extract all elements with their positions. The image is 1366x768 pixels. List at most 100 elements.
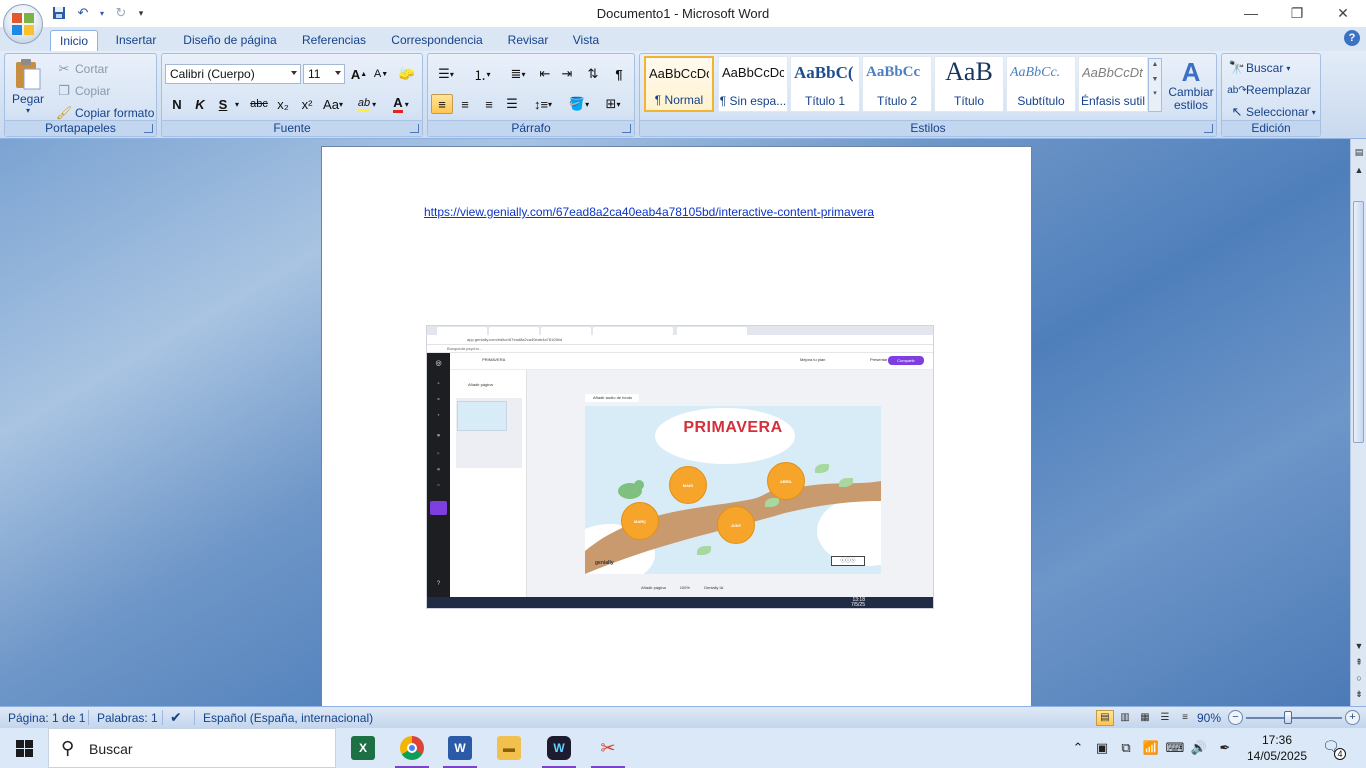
scroll-down-icon[interactable]: ▼: [1354, 641, 1364, 651]
change-case-button[interactable]: Aa ▾: [320, 94, 346, 114]
full-screen-reading-icon[interactable]: ▥: [1116, 710, 1134, 726]
taskbar-word[interactable]: W: [437, 728, 483, 768]
highlight-button[interactable]: ab ▾: [352, 94, 382, 114]
sort-button[interactable]: ⇅: [582, 64, 604, 84]
taskbar-file-explorer[interactable]: ▬: [486, 728, 532, 768]
proofing-icon[interactable]: ✔: [170, 709, 182, 726]
tab-revisar[interactable]: Revisar: [502, 30, 554, 51]
zoom-slider-track[interactable]: [1246, 717, 1342, 719]
tray-app-icon[interactable]: ⧉: [1116, 728, 1136, 768]
italic-button[interactable]: K: [189, 94, 211, 114]
style-normal[interactable]: AaBbCcDc ¶ Normal: [644, 56, 714, 112]
status-page[interactable]: Página: 1 de 1: [8, 711, 85, 725]
volume-icon[interactable]: 🔊: [1188, 728, 1210, 768]
taskbar-snipping-tool[interactable]: ✂: [585, 728, 631, 768]
status-words[interactable]: Palabras: 1: [97, 711, 158, 725]
styles-launcher-icon[interactable]: [1204, 124, 1213, 133]
browse-object-icon[interactable]: ○: [1354, 673, 1364, 683]
styles-gallery-scroll[interactable]: ▲ ▼ ▾: [1148, 58, 1162, 112]
font-size-combo[interactable]: 11: [303, 64, 345, 84]
document-page[interactable]: https://view.genially.com/67ead8a2ca40ea…: [321, 146, 1032, 706]
style-enfasis-sutil[interactable]: AaBbCcDt Énfasis sutil: [1078, 56, 1148, 112]
style-titulo-1[interactable]: AaBbC( Título 1: [790, 56, 860, 112]
tab-correspondencia[interactable]: Correspondencia: [384, 30, 490, 51]
bold-button[interactable]: N: [166, 94, 188, 114]
decrease-indent-button[interactable]: ⇤: [534, 64, 556, 84]
taskbar-clock[interactable]: 17:36 14/05/2025: [1246, 732, 1308, 764]
taskbar-webex[interactable]: W: [536, 728, 582, 768]
document-hyperlink[interactable]: https://view.genially.com/67ead8a2ca40ea…: [424, 205, 874, 219]
numbering-button[interactable]: ⒈ ▾: [466, 64, 498, 84]
clipboard-launcher-icon[interactable]: [144, 124, 153, 133]
zoom-in-button[interactable]: +: [1345, 710, 1360, 725]
multilevel-list-button[interactable]: ≣ ▾: [502, 64, 534, 84]
underline-button[interactable]: S: [212, 94, 234, 114]
vertical-scrollbar[interactable]: ▤ ▲ ▼ ⇞ ○ ⇟: [1350, 139, 1366, 706]
borders-button[interactable]: ⊞ ▾: [598, 94, 628, 114]
print-layout-view-icon[interactable]: ▤: [1096, 710, 1114, 726]
clear-format-icon[interactable]: 🧽: [396, 64, 418, 84]
tab-vista[interactable]: Vista: [566, 30, 606, 51]
office-button[interactable]: [3, 4, 43, 44]
previous-page-icon[interactable]: ⇞: [1354, 657, 1364, 668]
justify-button[interactable]: ☰: [501, 94, 523, 114]
status-language[interactable]: Español (España, internacional): [203, 711, 373, 725]
zoom-level[interactable]: 90%: [1197, 711, 1221, 725]
pen-icon[interactable]: ✒: [1214, 728, 1236, 768]
embedded-screenshot[interactable]: app.genially.com/editor/67ead8a2ca40eab4…: [426, 325, 934, 609]
style-subtitulo[interactable]: AaBbCc. Subtítulo: [1006, 56, 1076, 112]
shrink-font-button[interactable]: A ▼: [370, 64, 392, 84]
font-color-button[interactable]: A ▾: [386, 94, 416, 114]
ime-icon[interactable]: ⌨: [1164, 728, 1186, 768]
tab-insertar[interactable]: Insertar: [108, 30, 164, 51]
tray-meet-icon[interactable]: ▣: [1092, 728, 1112, 768]
underline-dropdown-icon[interactable]: ▾: [232, 94, 242, 114]
next-page-icon[interactable]: ⇟: [1354, 689, 1364, 700]
taskbar-excel[interactable]: X: [340, 728, 386, 768]
cut-button[interactable]: ✂ Cortar: [55, 60, 109, 78]
restore-button[interactable]: ❐: [1274, 0, 1320, 26]
notification-center-icon[interactable]: 🗨 4: [1322, 738, 1346, 760]
find-button[interactable]: 🔭 Buscar ▾: [1228, 59, 1290, 77]
scroll-up-icon[interactable]: ▲: [1354, 165, 1364, 175]
minimize-button[interactable]: —: [1228, 0, 1274, 26]
taskbar-search[interactable]: ⚲ Buscar: [48, 728, 336, 768]
grow-font-button[interactable]: A ▲: [348, 64, 370, 84]
subscript-button[interactable]: x₂: [272, 94, 294, 114]
zoom-slider-knob[interactable]: [1284, 711, 1292, 724]
taskbar-chrome[interactable]: [389, 728, 435, 768]
ruler-toggle-icon[interactable]: ▤: [1354, 147, 1364, 158]
increase-indent-button[interactable]: ⇥: [556, 64, 578, 84]
shading-button[interactable]: 🪣 ▾: [564, 94, 594, 114]
strikethrough-button[interactable]: abc: [248, 94, 270, 114]
wifi-icon[interactable]: 📶: [1140, 728, 1162, 768]
paragraph-launcher-icon[interactable]: [622, 124, 631, 133]
select-button[interactable]: ↖ Seleccionar ▾: [1228, 103, 1316, 121]
change-styles-button[interactable]: A Cambiar estilos: [1168, 58, 1214, 112]
close-button[interactable]: ✕: [1320, 0, 1366, 26]
copy-button[interactable]: ❐ Copiar: [55, 82, 110, 100]
tab-referencias[interactable]: Referencias: [296, 30, 372, 51]
paste-button[interactable]: Pegar ▾: [11, 58, 45, 115]
chevron-up-icon[interactable]: ▲: [1149, 61, 1161, 68]
superscript-button[interactable]: x²: [296, 94, 318, 114]
replace-button[interactable]: ab↷ Reemplazar: [1227, 81, 1310, 99]
align-left-button[interactable]: ≡: [431, 94, 453, 114]
line-spacing-button[interactable]: ↕≡ ▾: [528, 94, 558, 114]
align-right-button[interactable]: ≡: [478, 94, 500, 114]
draft-view-icon[interactable]: ≡: [1176, 710, 1194, 726]
help-icon[interactable]: ?: [1344, 30, 1360, 46]
start-button[interactable]: [0, 728, 48, 768]
scroll-thumb[interactable]: [1353, 201, 1364, 443]
web-layout-icon[interactable]: ▦: [1136, 710, 1154, 726]
font-name-combo[interactable]: Calibri (Cuerpo): [165, 64, 301, 84]
tray-overflow-icon[interactable]: ⌃: [1068, 728, 1088, 768]
font-launcher-icon[interactable]: [410, 124, 419, 133]
style-sin-espaciado[interactable]: AaBbCcDc ¶ Sin espa...: [718, 56, 788, 112]
tab-diseno-pagina[interactable]: Diseño de página: [176, 30, 284, 51]
zoom-out-button[interactable]: −: [1228, 710, 1243, 725]
show-marks-button[interactable]: ¶: [608, 64, 630, 84]
style-titulo[interactable]: AaB Título: [934, 56, 1004, 112]
style-titulo-2[interactable]: AaBbCc Título 2: [862, 56, 932, 112]
bullets-button[interactable]: ☰ ▾: [430, 64, 462, 84]
